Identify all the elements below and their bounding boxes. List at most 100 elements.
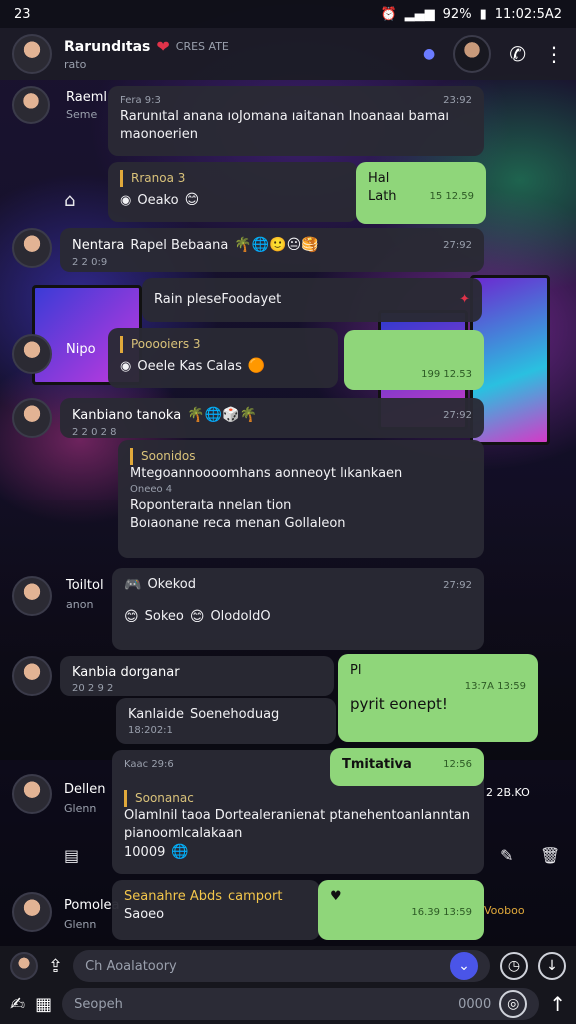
message-text-tertiary: OlodoldO [210, 609, 271, 625]
sender-avatar[interactable] [12, 656, 52, 696]
record-icon[interactable]: ◎ [499, 990, 528, 1018]
message-meta: Saoeo [124, 907, 165, 923]
share-icon[interactable]: ⇪ [48, 956, 63, 977]
side-extra: Vooboo [484, 904, 525, 917]
message-bubble[interactable]: 🎮 Okekod 27:92 😊 Sokeo 😊 OlodoldO [112, 568, 484, 650]
message-text-secondary: pyrit eonept! [350, 695, 448, 714]
chat-extra: CRES ATE [175, 40, 229, 53]
message-text: Olamlnil taoa Dortealeranienat ptanehent… [124, 807, 471, 841]
message-text: Pl [350, 663, 362, 678]
message-bubble[interactable]: Nentara Rapel Bebaana 🌴🌐🙂😐🥞 27:92 2 2 0:… [60, 228, 484, 272]
sender-mini-avatar: ◉ [120, 358, 132, 374]
battery-icon: ▮ [479, 6, 487, 22]
side-extra: 2 2B.KO [486, 786, 530, 799]
more-options-icon[interactable]: ⋮ [544, 42, 564, 66]
alarm-icon: ⏰ [380, 6, 397, 22]
reply-preview: Soonidos [130, 448, 472, 465]
message-time: 12:56 [443, 759, 472, 771]
message-bubble[interactable]: Rain pleseFoodayet ✦ [142, 278, 482, 322]
message-sender: Nentara [72, 237, 125, 253]
send-icon[interactable]: ↑ [549, 992, 566, 1016]
edit-icon[interactable]: ✎ [500, 846, 513, 865]
message-text: Hal [368, 171, 390, 186]
trash-icon[interactable]: 🗑 [540, 846, 560, 865]
timer-icon[interactable]: ◷ [500, 952, 528, 980]
message-bubble-header[interactable]: Kanbia dorganar 20 2 9 2 [60, 656, 334, 696]
outgoing-message-bubble[interactable]: ♥ 16.39 13:59 [318, 880, 484, 940]
message-bubble[interactable]: Seanahre Abds camport Saoeo [112, 880, 320, 940]
sender-avatar[interactable] [12, 892, 52, 932]
sender-avatar[interactable] [12, 86, 50, 124]
message-sender: Fera 9:3 [120, 95, 161, 106]
message-text-secondary: Lath [368, 189, 397, 205]
search-input[interactable]: Seopeh 0000 ◎ [62, 988, 540, 1020]
message-text: Soenehoduag [189, 707, 280, 722]
message-meta: 10009 [124, 844, 166, 860]
message-sender: Kanbiano tanoka [72, 407, 182, 423]
chat-avatar[interactable] [12, 34, 52, 74]
outgoing-message-bubble[interactable]: 199 12.53 [344, 330, 484, 390]
signal-icon: ▂▄▆ [404, 6, 435, 22]
sender-avatar[interactable] [12, 576, 52, 616]
message-reply: Kanlaide [128, 707, 184, 722]
emoji-icon: 🟠 [247, 357, 266, 374]
emoji-row-icon: 🌴🌐🙂😐🥞 [234, 237, 319, 253]
message-bubble[interactable]: Kanlaide Soenehoduag 18:202:1 [116, 698, 336, 744]
message-time: 23:92 [443, 95, 472, 106]
gallery-icon[interactable]: ▦ [35, 994, 52, 1015]
call-icon[interactable]: ✆ [509, 42, 526, 66]
outgoing-message-bubble[interactable]: Hal Lath 15 12.59 [356, 162, 486, 224]
message-sub: 2 2 0:9 [72, 256, 108, 268]
message-input[interactable]: Ch Aoalatoory ⌄ [73, 950, 490, 982]
heart-icon: ❤ [156, 37, 170, 56]
document-icon[interactable]: ▤ [64, 846, 79, 865]
sender-name: Toiltol [66, 578, 104, 593]
sender-avatar[interactable] [12, 774, 52, 814]
home-icon[interactable]: ⌂ [64, 190, 75, 211]
reply-preview: Rranoa 3 [120, 170, 346, 187]
message-time: 199 12.53 [421, 369, 472, 380]
sender-mini-avatar: ◉ [120, 192, 132, 208]
message-bubble[interactable]: Soonidos Mtegoannoooomhans aonneoyt lıka… [118, 440, 484, 558]
message-bubble[interactable]: Rranoa 3 ◉ Oeako 😊 [108, 162, 358, 222]
my-avatar[interactable] [10, 952, 38, 980]
status-clock: 11:02:5A2 [494, 6, 562, 22]
message-text: Tmitativa [342, 757, 412, 772]
chat-subtitle: rato [64, 58, 87, 71]
emoji-icon: 🌐 [171, 844, 189, 861]
smile-emoji-icon: 😊 [184, 191, 200, 208]
message-text: Rarunıtal anana ıoJomana ıaitanan Inoana… [120, 109, 449, 143]
status-bar: 23 ⏰ ▂▄▆ 92% ▮ 11:02:5A2 [0, 0, 576, 28]
message-time: 27:92 [443, 409, 472, 421]
chat-title-block[interactable]: Rarundıtas ❤ CRES ATE rato [64, 37, 423, 71]
emoji-row-icon: 🌴🌐🎲🌴 [187, 407, 257, 423]
download-icon[interactable]: ↓ [538, 952, 566, 980]
message-time: 15 12.59 [429, 191, 474, 203]
message-text: Oeako [137, 192, 179, 208]
outgoing-message-bubble[interactable]: Pl 13:7A 13:59 pyrit eonept! [338, 654, 538, 742]
message-bubble-header[interactable]: Kanbiano tanoka 🌴🌐🎲🌴 27:92 2 2 0 2 8 [60, 398, 484, 438]
sender-avatar[interactable] [12, 334, 52, 374]
message-sender: Kanbia dorganar [72, 665, 180, 680]
composer-bar: ⇪ Ch Aoalatoory ⌄ ◷ ↓ [0, 946, 576, 986]
chat-header[interactable]: Rarundıtas ❤ CRES ATE rato ● ✆ ⋮ [0, 28, 576, 80]
contact-avatar[interactable] [453, 35, 492, 73]
attach-icon[interactable]: ⌄ [450, 952, 478, 980]
message-time: 16.39 13:59 [411, 907, 472, 919]
sender-sub: Glenn [64, 802, 97, 815]
message-input-placeholder: Ch Aoalatoory [85, 958, 177, 974]
sender-avatar[interactable] [12, 228, 52, 268]
outgoing-message-bubble[interactable]: Tmitativa 12:56 [330, 748, 484, 786]
pin-icon[interactable]: ✦ [459, 291, 470, 309]
gesture-icon[interactable]: ✍ [10, 994, 25, 1015]
message-bubble[interactable]: Pooooiers 3 ◉ Oeele Kas Calas 🟠 [108, 328, 338, 388]
message-sub: 2 2 0 2 8 [72, 426, 117, 438]
message-time: 13:7A 13:59 [464, 681, 526, 693]
message-bubble[interactable]: Fera 9:3 23:92 Rarunıtal anana ıoJomana … [108, 86, 484, 156]
message-text: Okekod [147, 577, 197, 592]
sender-avatar[interactable] [12, 398, 52, 438]
message-sub: 20 2 9 2 [72, 683, 114, 695]
message-text-secondary: Sokeo [144, 609, 184, 625]
sender-name: Nipo [66, 342, 96, 357]
smile-emoji-icon: 😊 [189, 608, 205, 625]
